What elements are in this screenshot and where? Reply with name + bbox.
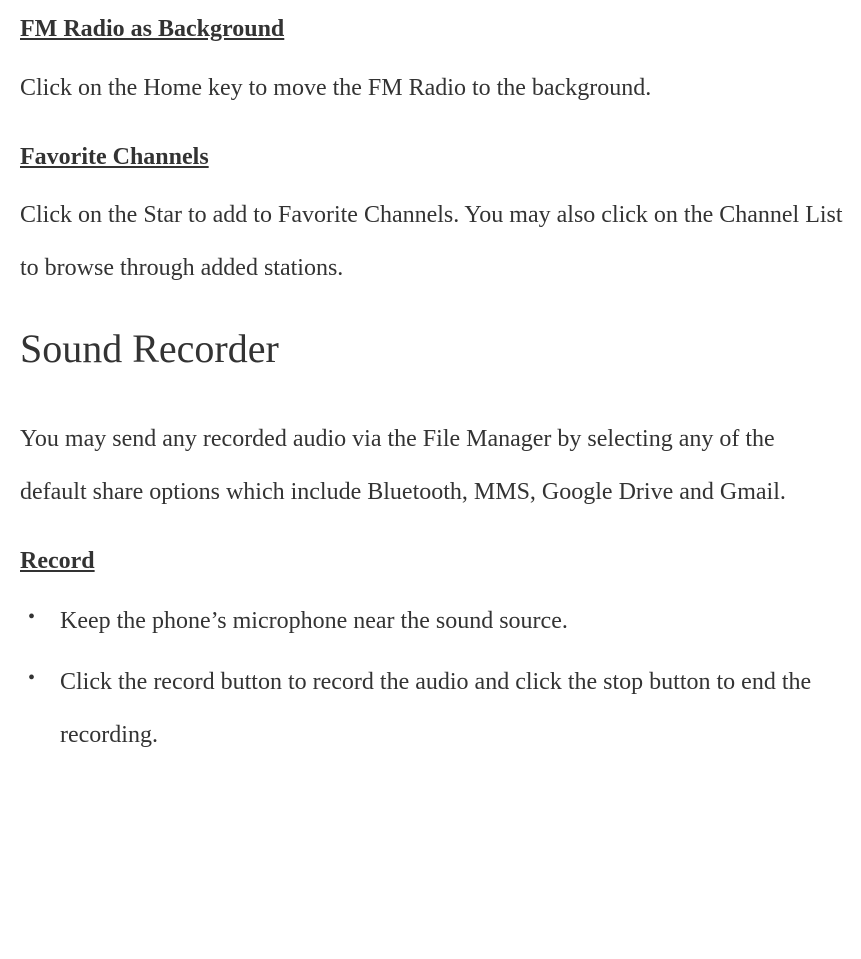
heading-favorite-channels: Favorite Channels bbox=[20, 143, 846, 172]
list-item: Click the record button to record the au… bbox=[20, 656, 846, 762]
record-bullet-list: Keep the phone’s microphone near the sou… bbox=[20, 595, 846, 761]
section-title-sound-recorder: Sound Recorder bbox=[20, 325, 846, 373]
body-favorite-channels: Click on the Star to add to Favorite Cha… bbox=[20, 189, 846, 295]
body-fm-radio-background: Click on the Home key to move the FM Rad… bbox=[20, 62, 846, 115]
heading-fm-radio-background: FM Radio as Background bbox=[20, 15, 846, 44]
list-item: Keep the phone’s microphone near the sou… bbox=[20, 595, 846, 648]
body-sound-recorder-intro: You may send any recorded audio via the … bbox=[20, 413, 846, 519]
heading-record: Record bbox=[20, 547, 846, 576]
